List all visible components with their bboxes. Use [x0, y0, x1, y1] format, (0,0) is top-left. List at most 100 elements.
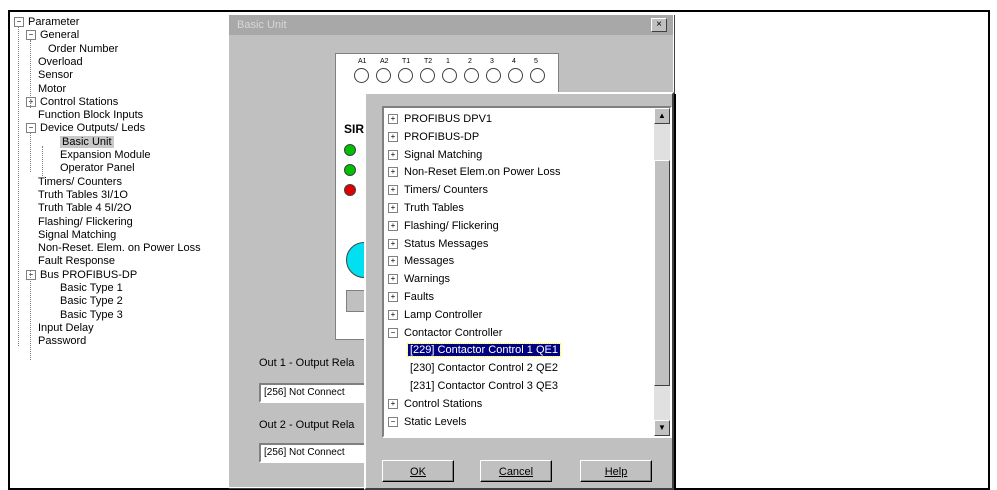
tree-connector-line: [42, 146, 43, 176]
tree-item-label: Input Delay: [38, 321, 94, 334]
tree-item[interactable]: Password: [38, 335, 86, 348]
signal-group[interactable]: + Truth Tables: [388, 201, 466, 215]
signal-group[interactable]: + Messages: [388, 254, 456, 268]
scroll-up-button[interactable]: ▲: [654, 108, 670, 124]
tree-item[interactable]: − Device Outputs/ Leds: [26, 122, 145, 135]
collapse-icon[interactable]: −: [388, 327, 398, 338]
signal-group[interactable]: + PROFIBUS DPV1: [388, 112, 494, 126]
cancel-button-label: Cancel: [498, 466, 534, 478]
scroll-down-button[interactable]: ▼: [654, 420, 670, 436]
expand-icon[interactable]: +: [388, 220, 398, 231]
terminal-screw-icon: [508, 68, 523, 83]
tree-item[interactable]: + Control Stations: [26, 96, 118, 109]
signal-option[interactable]: [229] Contactor Control 1 QE1: [407, 343, 561, 358]
tree-item[interactable]: Expansion Module: [60, 149, 151, 162]
tree-item[interactable]: Basic Type 3: [60, 309, 123, 322]
help-button[interactable]: Help: [580, 460, 652, 482]
tree-item[interactable]: Overload: [38, 56, 83, 69]
signal-group[interactable]: + Non-Reset Elem.on Power Loss: [388, 165, 563, 179]
expand-icon[interactable]: +: [388, 309, 398, 320]
expand-icon[interactable]: +: [388, 131, 398, 142]
terminal-label: T2: [424, 58, 433, 65]
tree-item-label: Flashing/ Flickering: [38, 215, 133, 228]
signal-option[interactable]: [230] Contactor Control 2 QE2: [408, 361, 560, 375]
terminal-label: 4: [512, 58, 516, 65]
tree-item[interactable]: Basic Unit: [60, 135, 114, 149]
signal-group[interactable]: + Signal Matching: [388, 148, 484, 162]
signal-label: Static Levels: [404, 415, 467, 428]
collapse-icon[interactable]: −: [26, 269, 36, 280]
parameter-tree[interactable]: − Parameter − General Order Number Overload Se…: [14, 16, 234, 476]
expand-icon[interactable]: +: [388, 203, 398, 214]
close-icon: ×: [656, 19, 662, 30]
terminal-screw-icon: [486, 68, 501, 83]
signal-group[interactable]: + Lamp Controller: [388, 308, 484, 322]
terminal-screw-icon: [376, 68, 391, 83]
tree-item[interactable]: Fault Response: [38, 255, 115, 268]
out2-select[interactable]: [256] Not Connect: [259, 443, 369, 463]
signal-group[interactable]: + Status Messages: [388, 237, 490, 251]
terminal-screw-icon: [398, 68, 413, 83]
tree-item[interactable]: − Bus PROFIBUS-DP: [26, 269, 137, 282]
expand-icon[interactable]: +: [388, 238, 398, 249]
expand-icon[interactable]: +: [388, 274, 398, 285]
tree-item-label: Control Stations: [40, 95, 119, 108]
expand-icon[interactable]: +: [388, 149, 398, 160]
terminal-label: 5: [534, 58, 538, 65]
expand-icon[interactable]: +: [26, 96, 36, 107]
tree-item[interactable]: Truth Table 4 5I/2O: [38, 202, 132, 215]
tree-item[interactable]: Signal Matching: [38, 229, 116, 242]
tree-item[interactable]: Basic Type 2: [60, 295, 123, 308]
tree-item[interactable]: Function Block Inputs: [38, 109, 143, 122]
signal-group[interactable]: + Faults: [388, 290, 436, 304]
close-button[interactable]: ×: [651, 18, 667, 32]
out1-select[interactable]: [256] Not Connect: [259, 383, 369, 403]
tree-item[interactable]: Input Delay: [38, 322, 94, 335]
signal-label: Messages: [404, 255, 455, 268]
signal-group[interactable]: + Timers/ Counters: [388, 183, 490, 197]
collapse-icon[interactable]: −: [14, 17, 24, 28]
signal-group[interactable]: + Control Stations: [388, 397, 484, 411]
ok-button[interactable]: OK: [382, 460, 454, 482]
tree-item[interactable]: − General: [26, 29, 79, 42]
signal-group[interactable]: − Contactor Controller: [388, 326, 504, 340]
tree-item[interactable]: Timers/ Counters: [38, 176, 122, 189]
tree-item[interactable]: Order Number: [48, 43, 118, 56]
tree-item[interactable]: Non-Reset. Elem. on Power Loss: [38, 242, 201, 255]
expand-icon[interactable]: +: [388, 167, 398, 178]
terminal-label: 2: [468, 58, 472, 65]
collapse-icon[interactable]: −: [388, 416, 398, 427]
cancel-button[interactable]: Cancel: [480, 460, 552, 482]
expand-icon[interactable]: +: [388, 185, 398, 196]
collapse-icon[interactable]: −: [26, 30, 36, 41]
tree-item[interactable]: Sensor: [38, 69, 73, 82]
signal-group[interactable]: + Flashing/ Flickering: [388, 219, 501, 233]
signal-option[interactable]: [231] Contactor Control 3 QE3: [408, 379, 560, 393]
tree-item[interactable]: − Parameter: [14, 16, 79, 29]
tree-item-label: Order Number: [48, 42, 119, 55]
expand-icon[interactable]: +: [388, 114, 398, 125]
tree-item-label: Function Block Inputs: [38, 109, 144, 122]
tree-item-label: Expansion Module: [60, 149, 151, 161]
tree-item[interactable]: Flashing/ Flickering: [38, 216, 133, 229]
expand-icon[interactable]: +: [388, 398, 398, 409]
tree-item-label: Bus PROFIBUS-DP: [40, 268, 138, 281]
tree-item[interactable]: Operator Panel: [60, 162, 135, 175]
signal-group[interactable]: + Warnings: [388, 272, 452, 286]
tree-item[interactable]: Truth Tables 3I/1O: [38, 189, 128, 202]
scroll-thumb[interactable]: [654, 160, 670, 386]
signal-tree-list[interactable]: + PROFIBUS DPV1 + PROFIBUS-DP + Signal Matchi…: [382, 106, 672, 438]
signal-label: [230] Contactor Control 2 QE2: [410, 362, 558, 375]
terminal-label: A1: [358, 58, 367, 65]
expand-icon[interactable]: +: [388, 292, 398, 303]
vertical-scrollbar[interactable]: ▲ ▼: [654, 108, 670, 436]
ok-button-label: OK: [410, 466, 426, 478]
signal-group[interactable]: − Static Levels: [388, 415, 468, 429]
expand-icon[interactable]: +: [388, 256, 398, 267]
tree-item[interactable]: Motor: [38, 83, 66, 96]
tree-item-label: Basic Type 1: [60, 282, 123, 294]
signal-group[interactable]: + PROFIBUS-DP: [388, 130, 481, 144]
signal-label: PROFIBUS-DP: [404, 130, 480, 143]
tree-item[interactable]: Basic Type 1: [60, 282, 123, 295]
collapse-icon[interactable]: −: [26, 123, 36, 134]
